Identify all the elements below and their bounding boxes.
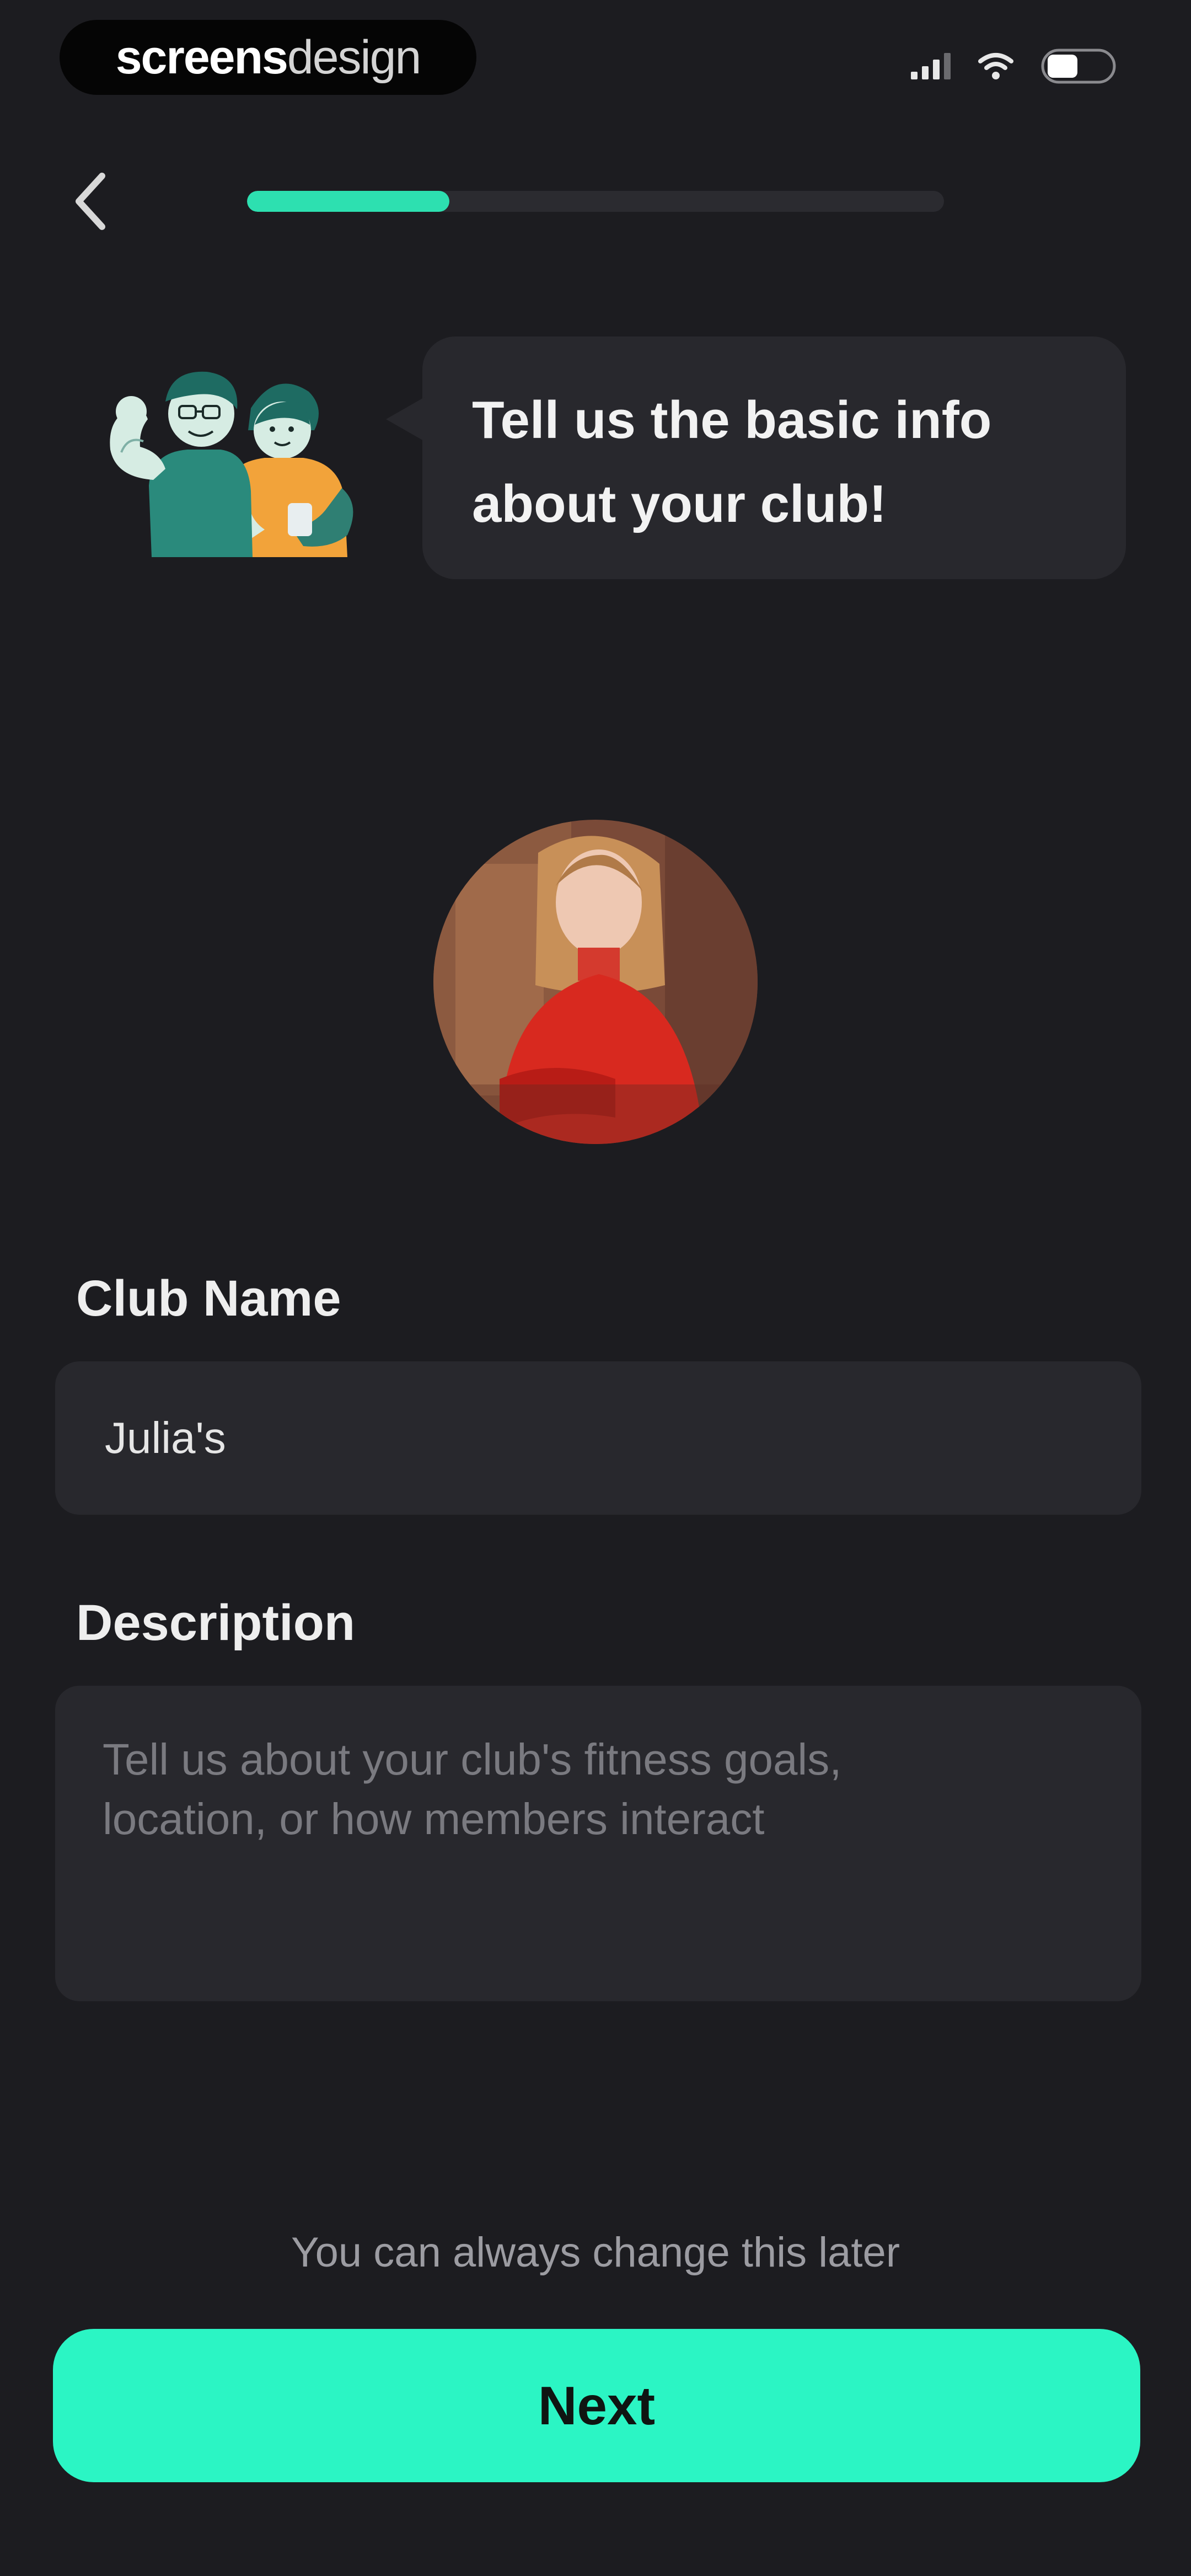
back-button[interactable]: [61, 165, 121, 237]
progress-fill: [247, 191, 449, 212]
toggle-icon: [1041, 49, 1116, 84]
chevron-left-icon: [76, 173, 105, 230]
next-button[interactable]: Next: [53, 2329, 1140, 2482]
club-photo-avatar: [433, 820, 758, 1144]
prompt-line-1: Tell us the basic info: [472, 391, 992, 450]
wifi-icon: [978, 53, 1013, 79]
change-later-hint: You can always change this later: [291, 2229, 900, 2276]
brand-name-bold: screens: [115, 30, 288, 84]
onboarding-progress-bar: [247, 191, 944, 212]
description-input[interactable]: [55, 1686, 1141, 2001]
club-avatar[interactable]: [433, 820, 758, 1144]
onboarding-prompt: Tell us the basic info about your club!: [472, 378, 1076, 546]
speech-bubble-tail: [386, 397, 425, 441]
create-club-screen: screens design Tell us the basic info ab…: [0, 0, 1191, 2576]
mascot-illustration: [110, 371, 353, 557]
signal-icon: [911, 53, 951, 79]
club-name-input[interactable]: [55, 1361, 1141, 1515]
speech-bubble: Tell us the basic info about your club!: [386, 336, 1126, 579]
description-label: Description: [76, 1595, 356, 1651]
brand-name-light: design: [287, 30, 421, 84]
club-name-label: Club Name: [76, 1270, 341, 1327]
brand-badge: screens design: [60, 20, 476, 95]
prompt-line-2: about your club!: [472, 474, 887, 533]
status-icons: [911, 49, 1116, 84]
